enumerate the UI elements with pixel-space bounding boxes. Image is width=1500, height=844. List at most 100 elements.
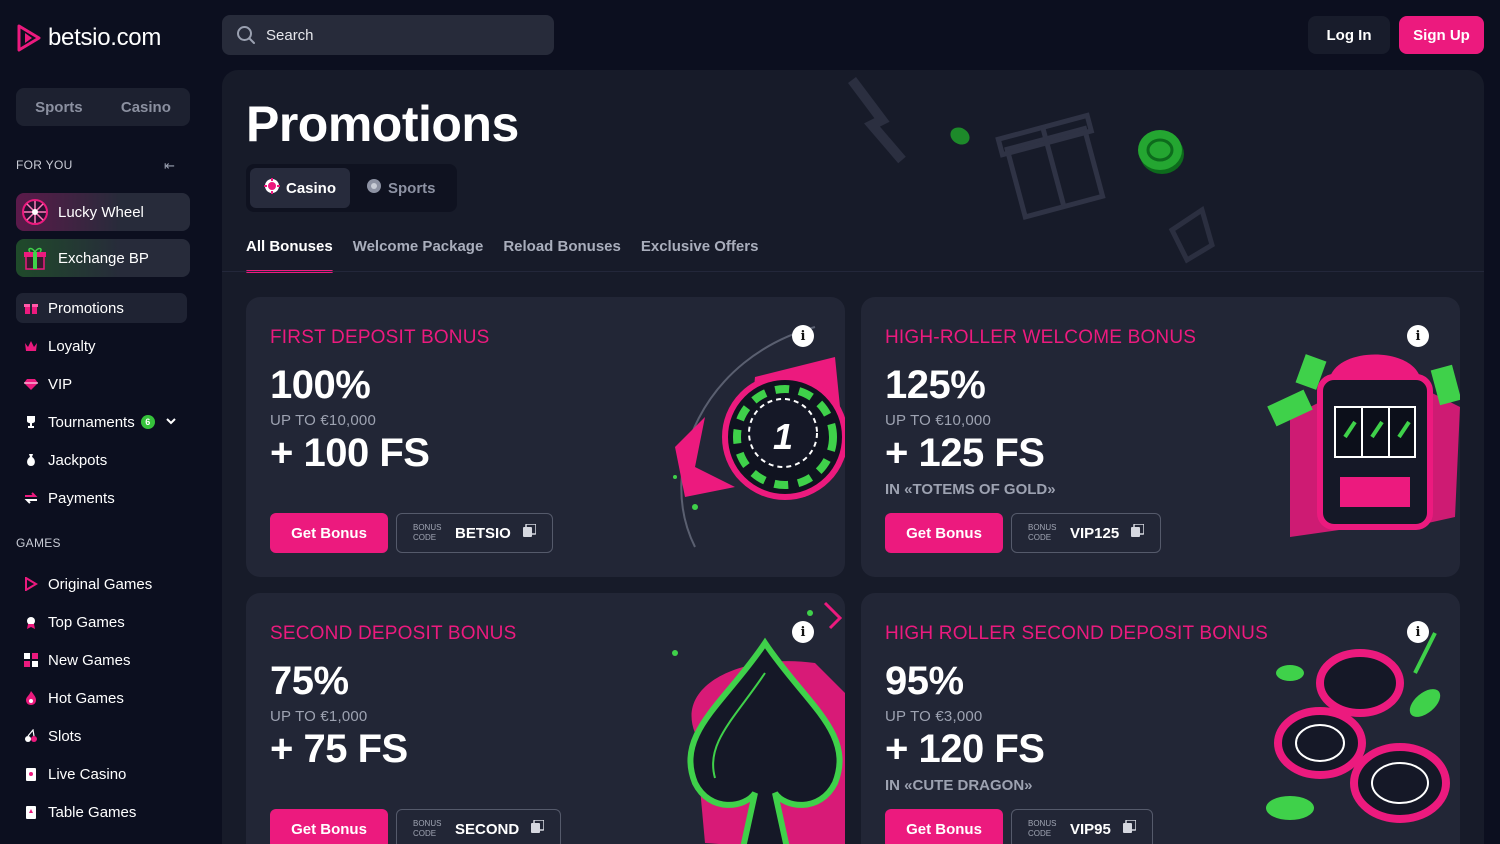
bonus-max: UP TO €10,000 [885, 412, 992, 429]
grid-icon [24, 653, 38, 667]
wheel-icon [20, 197, 50, 227]
main-content: Promotions Casino Sports All Bonuses Wel… [222, 70, 1484, 844]
cards-icon [24, 767, 38, 781]
info-icon[interactable]: i [1407, 621, 1429, 643]
free-spins: + 125 FS [885, 431, 1045, 475]
bonus-card: i HIGH ROLLER SECOND DEPOSIT BONUS 95% U… [861, 593, 1460, 844]
switch-sports[interactable]: Sports [35, 99, 83, 116]
copy-icon [1122, 819, 1137, 838]
card-title: FIRST DEPOSIT BONUS [270, 327, 490, 348]
divider [222, 271, 1484, 272]
bonus-code-copy[interactable]: BONUS CODE VIP125 [1011, 513, 1162, 553]
nav-loyalty[interactable]: Loyalty [16, 331, 187, 361]
nav-label: Tournaments [48, 413, 135, 431]
brand-logo[interactable]: betsio.com [16, 24, 161, 52]
category-tabs: Casino Sports [246, 164, 457, 212]
chevron-down-icon[interactable] [165, 414, 177, 431]
get-bonus-button[interactable]: Get Bonus [270, 513, 388, 553]
games-heading: GAMES [16, 536, 61, 550]
nav-new-games[interactable]: New Games [16, 645, 187, 675]
signup-button[interactable]: Sign Up [1399, 16, 1484, 54]
ribbon-icon [24, 615, 38, 629]
bonus-code-copy[interactable]: BONUS CODE VIP95 [1011, 809, 1153, 844]
nav-vip[interactable]: VIP [16, 369, 187, 399]
transfer-icon [24, 491, 38, 505]
nav-payments[interactable]: Payments [16, 483, 187, 513]
moneybag-icon [24, 453, 38, 467]
get-bonus-button[interactable]: Get Bonus [885, 513, 1003, 553]
section-switcher: Sports Casino [16, 88, 190, 126]
nav-table-games[interactable]: Table Games [16, 797, 187, 827]
svg-text:1: 1 [773, 416, 793, 457]
copy-icon [1131, 523, 1145, 542]
copy-icon [522, 523, 537, 542]
tab-label: Casino [286, 179, 337, 197]
gift-icon [20, 243, 50, 273]
for-you-heading: FOR YOU [16, 158, 73, 172]
free-spins: + 100 FS [270, 431, 430, 475]
tab-exclusive-offers[interactable]: Exclusive Offers [641, 238, 759, 272]
nav-promotions[interactable]: Promotions [16, 293, 187, 323]
bonus-code-label: BONUS CODE [413, 523, 442, 542]
free-spins-game: IN «TOTEMS OF GOLD» [885, 481, 1056, 498]
collapse-sidebar-icon[interactable]: ⇤ [164, 158, 175, 174]
get-bonus-button[interactable]: Get Bonus [885, 809, 1003, 844]
search-icon [237, 26, 255, 44]
bonus-code-copy[interactable]: BONUS CODE SECOND [396, 809, 562, 844]
bonus-percent: 95% [885, 659, 964, 703]
nav-label: Original Games [48, 575, 153, 593]
nav-slots[interactable]: Slots [16, 721, 187, 751]
nav-hot-games[interactable]: Hot Games [16, 683, 187, 713]
tab-all-bonuses[interactable]: All Bonuses [246, 238, 333, 273]
bonus-card: i HIGH-ROLLER WELCOME BONUS 125% UP TO €… [861, 297, 1460, 577]
search-input[interactable] [266, 26, 526, 44]
card-icon [24, 805, 38, 819]
card-title: HIGH ROLLER SECOND DEPOSIT BONUS [885, 623, 1268, 644]
nav-label: Live Casino [48, 765, 127, 783]
sidebar: Sports Casino FOR YOU ⇤ Lucky Wheel Exch… [0, 70, 206, 844]
nav-tournaments[interactable]: Tournaments 6 [16, 407, 187, 437]
copy-icon [531, 819, 545, 838]
nav-label: VIP [48, 375, 73, 393]
nav-label: Top Games [48, 613, 125, 631]
trophy-icon [24, 415, 38, 429]
info-icon[interactable]: i [792, 621, 814, 643]
tab-label: Sports [388, 179, 436, 197]
switch-casino[interactable]: Casino [121, 99, 171, 116]
bonus-code: VIP95 [1070, 820, 1111, 838]
bonus-filter-tabs: All Bonuses Welcome Package Reload Bonus… [246, 238, 759, 273]
bonus-percent: 125% [885, 363, 986, 407]
bonus-code: BETSIO [455, 524, 511, 542]
info-icon[interactable]: i [1407, 325, 1429, 347]
logo-icon [24, 577, 38, 591]
bonus-code-label: BONUS CODE [413, 819, 442, 838]
flame-icon [24, 691, 38, 705]
tab-sports[interactable]: Sports [352, 168, 450, 208]
tab-welcome-package[interactable]: Welcome Package [353, 238, 484, 272]
bonus-code: VIP125 [1070, 524, 1120, 542]
nav-label: Payments [48, 489, 115, 507]
info-icon[interactable]: i [792, 325, 814, 347]
bonus-max: UP TO €1,000 [270, 708, 368, 725]
chip-icon [264, 178, 280, 198]
nav-top-games[interactable]: Top Games [16, 607, 187, 637]
nav-live-casino[interactable]: Live Casino [16, 759, 187, 789]
nav-original-games[interactable]: Original Games [16, 569, 187, 599]
tab-casino[interactable]: Casino [250, 168, 351, 208]
featured-label: Lucky Wheel [58, 203, 144, 221]
login-button[interactable]: Log In [1308, 16, 1390, 54]
nav-label: New Games [48, 651, 131, 669]
bonus-code: SECOND [455, 820, 520, 838]
nav-jackpots[interactable]: Jackpots [16, 445, 187, 475]
bonus-code-label: BONUS CODE [1028, 819, 1057, 838]
search-bar[interactable] [222, 15, 554, 55]
logo-icon [17, 24, 41, 52]
bonus-code-copy[interactable]: BONUS CODE BETSIO [396, 513, 553, 553]
get-bonus-button[interactable]: Get Bonus [270, 809, 388, 844]
featured-exchange-bp[interactable]: Exchange BP [16, 239, 190, 277]
crown-icon [24, 339, 38, 353]
tab-reload-bonuses[interactable]: Reload Bonuses [503, 238, 621, 272]
cherries-icon [24, 729, 38, 743]
gift-decoration-icon [848, 77, 1215, 264]
featured-lucky-wheel[interactable]: Lucky Wheel [16, 193, 190, 231]
